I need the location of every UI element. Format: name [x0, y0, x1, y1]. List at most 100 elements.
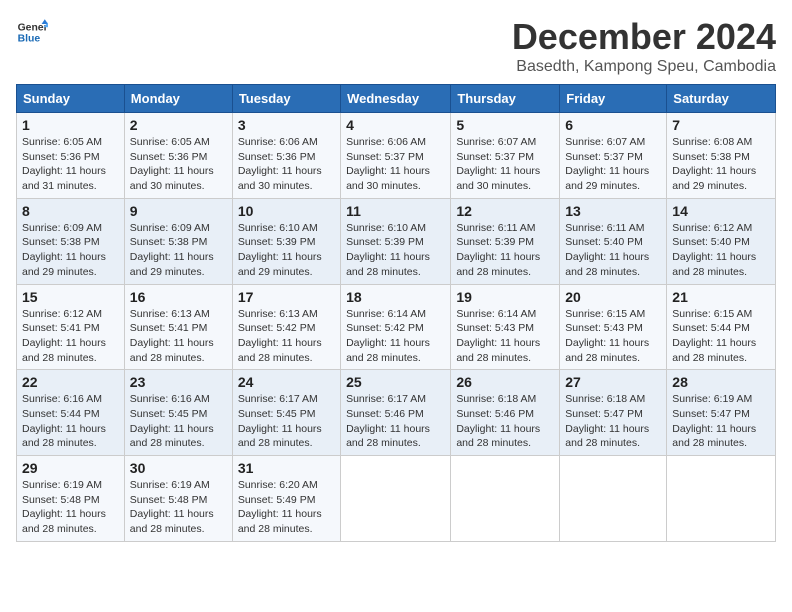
- day-info: Sunrise: 6:15 AMSunset: 5:44 PMDaylight:…: [672, 307, 770, 366]
- day-number: 8: [22, 203, 119, 219]
- day-info: Sunrise: 6:17 AMSunset: 5:46 PMDaylight:…: [346, 392, 445, 451]
- calendar-cell: 13 Sunrise: 6:11 AMSunset: 5:40 PMDayligh…: [560, 198, 667, 284]
- calendar-cell: 14 Sunrise: 6:12 AMSunset: 5:40 PMDayligh…: [667, 198, 776, 284]
- day-number: 12: [456, 203, 554, 219]
- calendar-cell: 16Sunrise: 6:13 AMSunset: 5:41 PMDayligh…: [124, 284, 232, 370]
- calendar-cell: 1 Sunrise: 6:05 AMSunset: 5:36 PMDaylight…: [17, 113, 125, 199]
- day-info: Sunrise: 6:09 AMSunset: 5:38 PMDaylight:…: [130, 221, 227, 280]
- calendar-cell: 17 Sunrise: 6:13 AMSunset: 5:42 PMDayligh…: [232, 284, 340, 370]
- day-info: Sunrise: 6:07 AMSunset: 5:37 PMDaylight:…: [456, 135, 554, 194]
- day-info: Sunrise: 6:10 AMSunset: 5:39 PMDaylight:…: [346, 221, 445, 280]
- day-info: Sunrise: 6:19 AMSunset: 5:47 PMDaylight:…: [672, 392, 770, 451]
- day-info: Sunrise: 6:06 AMSunset: 5:36 PMDaylight:…: [238, 135, 335, 194]
- day-number: 23: [130, 374, 227, 390]
- day-number: 11: [346, 203, 445, 219]
- calendar-cell: 5 Sunrise: 6:07 AMSunset: 5:37 PMDaylight…: [451, 113, 560, 199]
- day-info: Sunrise: 6:13 AMSunset: 5:42 PMDaylight:…: [238, 307, 335, 366]
- calendar-table: SundayMondayTuesdayWednesdayThursdayFrid…: [16, 84, 776, 542]
- day-info: Sunrise: 6:14 AMSunset: 5:42 PMDaylight:…: [346, 307, 445, 366]
- day-number: 27: [565, 374, 661, 390]
- day-number: 14: [672, 203, 770, 219]
- day-info: Sunrise: 6:05 AMSunset: 5:36 PMDaylight:…: [130, 135, 227, 194]
- day-number: 20: [565, 289, 661, 305]
- calendar-cell: 2 Sunrise: 6:05 AMSunset: 5:36 PMDaylight…: [124, 113, 232, 199]
- day-info: Sunrise: 6:12 AMSunset: 5:40 PMDaylight:…: [672, 221, 770, 280]
- calendar-cell: 18Sunrise: 6:14 AMSunset: 5:42 PMDayligh…: [341, 284, 451, 370]
- location-title: Basedth, Kampong Speu, Cambodia: [512, 58, 776, 76]
- page-header: General Blue December 2024 Basedth, Kamp…: [16, 16, 776, 76]
- calendar-cell: 29 Sunrise: 6:19 AMSunset: 5:48 PMDayligh…: [17, 456, 125, 542]
- calendar-cell: 9 Sunrise: 6:09 AMSunset: 5:38 PMDaylight…: [124, 198, 232, 284]
- calendar-cell: 6 Sunrise: 6:07 AMSunset: 5:37 PMDaylight…: [560, 113, 667, 199]
- calendar-cell: 31Sunrise: 6:20 AMSunset: 5:49 PMDayligh…: [232, 456, 340, 542]
- day-number: 28: [672, 374, 770, 390]
- day-number: 9: [130, 203, 227, 219]
- calendar-week-row: 1 Sunrise: 6:05 AMSunset: 5:36 PMDaylight…: [17, 113, 776, 199]
- day-number: 21: [672, 289, 770, 305]
- day-number: 13: [565, 203, 661, 219]
- calendar-cell: 4Sunrise: 6:06 AMSunset: 5:37 PMDaylight…: [341, 113, 451, 199]
- calendar-week-row: 29 Sunrise: 6:19 AMSunset: 5:48 PMDayligh…: [17, 456, 776, 542]
- svg-text:General: General: [18, 22, 48, 33]
- calendar-cell: [667, 456, 776, 542]
- day-info: Sunrise: 6:11 AMSunset: 5:40 PMDaylight:…: [565, 221, 661, 280]
- day-number: 3: [238, 117, 335, 133]
- day-number: 4: [346, 117, 445, 133]
- day-number: 31: [238, 460, 335, 476]
- calendar-cell: [341, 456, 451, 542]
- day-number: 17: [238, 289, 335, 305]
- day-header-friday: Friday: [560, 85, 667, 113]
- day-number: 1: [22, 117, 119, 133]
- calendar-cell: 21 Sunrise: 6:15 AMSunset: 5:44 PMDayligh…: [667, 284, 776, 370]
- calendar-cell: 11 Sunrise: 6:10 AMSunset: 5:39 PMDayligh…: [341, 198, 451, 284]
- calendar-cell: [451, 456, 560, 542]
- day-number: 5: [456, 117, 554, 133]
- calendar-cell: 12 Sunrise: 6:11 AMSunset: 5:39 PMDayligh…: [451, 198, 560, 284]
- day-info: Sunrise: 6:12 AMSunset: 5:41 PMDaylight:…: [22, 307, 119, 366]
- calendar-cell: 27 Sunrise: 6:18 AMSunset: 5:47 PMDayligh…: [560, 370, 667, 456]
- day-info: Sunrise: 6:19 AMSunset: 5:48 PMDaylight:…: [130, 478, 227, 537]
- calendar-week-row: 8 Sunrise: 6:09 AMSunset: 5:38 PMDaylight…: [17, 198, 776, 284]
- day-info: Sunrise: 6:07 AMSunset: 5:37 PMDaylight:…: [565, 135, 661, 194]
- day-info: Sunrise: 6:16 AMSunset: 5:44 PMDaylight:…: [22, 392, 119, 451]
- calendar-cell: 26 Sunrise: 6:18 AMSunset: 5:46 PMDayligh…: [451, 370, 560, 456]
- day-info: Sunrise: 6:13 AMSunset: 5:41 PMDaylight:…: [130, 307, 227, 366]
- day-info: Sunrise: 6:10 AMSunset: 5:39 PMDaylight:…: [238, 221, 335, 280]
- calendar-cell: 20Sunrise: 6:15 AMSunset: 5:43 PMDayligh…: [560, 284, 667, 370]
- day-number: 24: [238, 374, 335, 390]
- day-info: Sunrise: 6:18 AMSunset: 5:47 PMDaylight:…: [565, 392, 661, 451]
- day-info: Sunrise: 6:11 AMSunset: 5:39 PMDaylight:…: [456, 221, 554, 280]
- calendar-cell: 22Sunrise: 6:16 AMSunset: 5:44 PMDayligh…: [17, 370, 125, 456]
- day-info: Sunrise: 6:09 AMSunset: 5:38 PMDaylight:…: [22, 221, 119, 280]
- day-number: 10: [238, 203, 335, 219]
- day-number: 15: [22, 289, 119, 305]
- day-number: 30: [130, 460, 227, 476]
- day-info: Sunrise: 6:14 AMSunset: 5:43 PMDaylight:…: [456, 307, 554, 366]
- calendar-cell: 25 Sunrise: 6:17 AMSunset: 5:46 PMDayligh…: [341, 370, 451, 456]
- day-header-saturday: Saturday: [667, 85, 776, 113]
- title-block: December 2024 Basedth, Kampong Speu, Cam…: [512, 16, 776, 76]
- day-info: Sunrise: 6:18 AMSunset: 5:46 PMDaylight:…: [456, 392, 554, 451]
- month-title: December 2024: [512, 16, 776, 58]
- calendar-header-row: SundayMondayTuesdayWednesdayThursdayFrid…: [17, 85, 776, 113]
- day-number: 25: [346, 374, 445, 390]
- day-number: 26: [456, 374, 554, 390]
- day-info: Sunrise: 6:05 AMSunset: 5:36 PMDaylight:…: [22, 135, 119, 194]
- day-number: 29: [22, 460, 119, 476]
- day-info: Sunrise: 6:08 AMSunset: 5:38 PMDaylight:…: [672, 135, 770, 194]
- calendar-week-row: 15 Sunrise: 6:12 AMSunset: 5:41 PMDayligh…: [17, 284, 776, 370]
- logo: General Blue: [16, 16, 52, 48]
- svg-text:Blue: Blue: [18, 34, 41, 45]
- day-number: 2: [130, 117, 227, 133]
- day-info: Sunrise: 6:19 AMSunset: 5:48 PMDaylight:…: [22, 478, 119, 537]
- calendar-cell: 30 Sunrise: 6:19 AMSunset: 5:48 PMDayligh…: [124, 456, 232, 542]
- day-number: 6: [565, 117, 661, 133]
- calendar-cell: 15 Sunrise: 6:12 AMSunset: 5:41 PMDayligh…: [17, 284, 125, 370]
- calendar-cell: 7Sunrise: 6:08 AMSunset: 5:38 PMDaylight…: [667, 113, 776, 199]
- calendar-cell: 24Sunrise: 6:17 AMSunset: 5:45 PMDayligh…: [232, 370, 340, 456]
- day-header-sunday: Sunday: [17, 85, 125, 113]
- calendar-cell: 3 Sunrise: 6:06 AMSunset: 5:36 PMDaylight…: [232, 113, 340, 199]
- calendar-cell: [560, 456, 667, 542]
- day-header-thursday: Thursday: [451, 85, 560, 113]
- calendar-week-row: 22Sunrise: 6:16 AMSunset: 5:44 PMDayligh…: [17, 370, 776, 456]
